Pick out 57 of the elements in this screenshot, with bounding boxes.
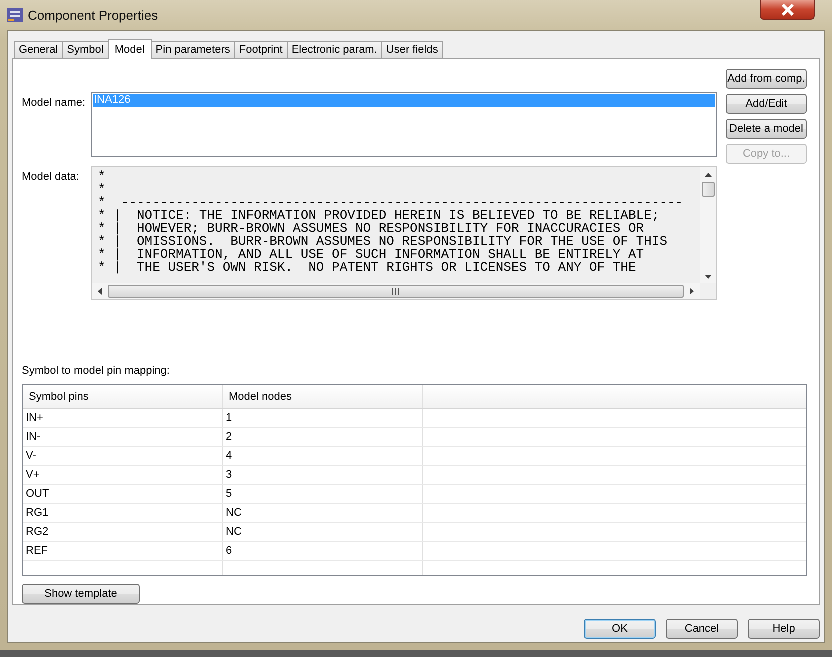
window-title: Component Properties xyxy=(28,8,158,22)
pin-mapping-label: Symbol to model pin mapping: xyxy=(22,364,171,378)
table-cell: OUT xyxy=(23,485,223,503)
grip-icon xyxy=(392,288,400,294)
tab[interactable]: Pin parameters xyxy=(150,41,236,58)
scrollbar-thumb[interactable] xyxy=(702,182,714,197)
table-cell: RG1 xyxy=(23,504,223,522)
code-line: * | HOWEVER; BURR-BROWN ASSUMES NO RESPONSIBILITY FOR INACCURACIES OR xyxy=(98,222,644,235)
vertical-scrollbar[interactable] xyxy=(700,167,716,283)
table-cell: 6 xyxy=(223,542,423,560)
table-cell: 5 xyxy=(223,485,423,503)
code-line: * xyxy=(98,170,106,183)
code-line: * | THE USER'S OWN RISK. NO PATENT RIGHTS OR LICENSES TO ANY OF THE xyxy=(98,261,636,274)
table-cell: IN- xyxy=(23,428,223,446)
dialog-button[interactable]: OK xyxy=(584,619,656,639)
left-arrow-icon xyxy=(98,288,102,294)
table-cell: V+ xyxy=(23,466,223,484)
close-icon xyxy=(780,4,794,16)
column-header[interactable]: Model nodes xyxy=(223,385,423,408)
horizontal-scrollbar[interactable] xyxy=(92,283,700,299)
dialog-button[interactable]: Help xyxy=(748,619,820,639)
model-data-box[interactable] xyxy=(91,166,717,300)
column-header[interactable]: Symbol pins xyxy=(23,385,223,408)
up-arrow-icon xyxy=(704,173,712,177)
side-button[interactable]: Delete a model xyxy=(726,119,807,139)
table-cell: IN+ xyxy=(23,409,223,427)
close-button[interactable] xyxy=(760,0,815,20)
code-line: * | NOTICE: THE INFORMATION PROVIDED HEREIN IS BELIEVED TO BE RELIABLE; xyxy=(98,209,660,222)
model-name-label: Model name: xyxy=(22,96,87,111)
tab[interactable]: Footprint xyxy=(234,41,288,58)
table-cell: V- xyxy=(23,447,223,465)
table-cell: NC xyxy=(223,523,423,541)
component-icon xyxy=(7,8,23,22)
code-line: * ------------------------------------------------------------------------ xyxy=(98,196,684,209)
side-button[interactable]: Add/Edit xyxy=(726,94,807,114)
down-arrow-icon xyxy=(704,275,712,279)
code-line: * | INFORMATION, AND ALL USE OF SUCH INFORMATION SHALL BE ENTIRELY AT xyxy=(98,248,644,261)
code-line: * xyxy=(98,183,106,196)
table-cell: REF xyxy=(23,542,223,560)
table-cell: 1 xyxy=(223,409,423,427)
side-button[interactable]: Add from comp. xyxy=(726,69,807,89)
code-line: * | OMISSIONS. BURR-BROWN ASSUMES NO RESPONSIBILITY FOR THE USE OF THIS xyxy=(98,235,668,248)
tab[interactable]: Model xyxy=(108,39,152,59)
table-cell: 4 xyxy=(223,447,423,465)
tab[interactable]: Symbol xyxy=(62,41,109,58)
table-cell: 2 xyxy=(223,428,423,446)
tab[interactable]: User fields xyxy=(381,41,444,58)
scrollbar-thumb[interactable] xyxy=(108,284,684,298)
table-cell: 3 xyxy=(223,466,423,484)
table-cell: RG2 xyxy=(23,523,223,541)
model-data-label: Model data: xyxy=(22,170,80,185)
tab[interactable]: General xyxy=(14,41,64,58)
tab[interactable]: Electronic param. xyxy=(286,41,382,58)
right-arrow-icon xyxy=(690,288,694,294)
table-cell: NC xyxy=(223,504,423,522)
dialog-button[interactable]: Cancel xyxy=(666,619,738,639)
show-template-button[interactable]: Show template xyxy=(22,584,140,604)
